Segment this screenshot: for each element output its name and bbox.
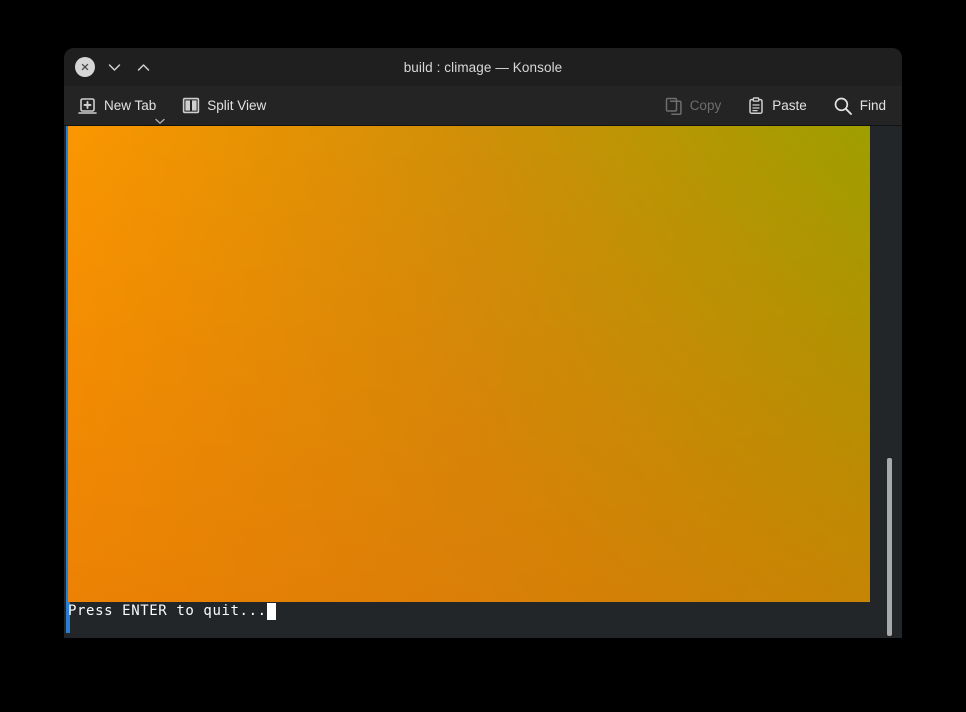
new-tab-button[interactable]: New Tab xyxy=(76,95,158,117)
split-view-label: Split View xyxy=(207,98,267,113)
scrollbar-track[interactable] xyxy=(886,126,894,638)
konsole-window: build : climage — Konsole New Tab Split … xyxy=(64,48,902,638)
paste-label: Paste xyxy=(772,98,807,113)
split-view-icon xyxy=(182,97,200,114)
toolbar-left-group: New Tab Split View xyxy=(76,95,268,124)
toolbar: New Tab Split View Copy Paste Find xyxy=(64,86,902,126)
copy-icon xyxy=(665,97,683,115)
terminal-cursor xyxy=(266,603,276,620)
window-title: build : climage — Konsole xyxy=(403,59,563,75)
titlebar: build : climage — Konsole xyxy=(64,48,902,86)
window-controls xyxy=(64,57,153,77)
close-icon[interactable] xyxy=(75,57,95,77)
new-tab-group: New Tab xyxy=(76,95,165,124)
chevron-down-icon[interactable] xyxy=(104,57,124,77)
new-tab-dropdown-chevron-down-icon[interactable] xyxy=(154,117,166,127)
terminal-output-line: Press ENTER to quit... xyxy=(68,603,276,620)
copy-label: Copy xyxy=(689,98,722,113)
paste-icon xyxy=(747,96,765,115)
find-button[interactable]: Find xyxy=(831,94,888,118)
new-tab-icon xyxy=(78,97,97,115)
new-tab-label: New Tab xyxy=(104,98,157,113)
copy-button: Copy xyxy=(663,95,724,117)
search-icon xyxy=(833,96,853,116)
toolbar-right-group: Copy Paste Find xyxy=(663,94,888,118)
chevron-up-icon[interactable] xyxy=(133,57,153,77)
terminal-prompt-text: Press ENTER to quit... xyxy=(68,603,267,619)
split-view-button[interactable]: Split View xyxy=(180,95,268,116)
gradient-image-output xyxy=(68,126,870,602)
find-label: Find xyxy=(859,98,886,113)
scrollbar-thumb[interactable] xyxy=(887,458,892,636)
terminal-area[interactable]: Press ENTER to quit... xyxy=(64,126,902,638)
paste-button[interactable]: Paste xyxy=(745,95,809,117)
